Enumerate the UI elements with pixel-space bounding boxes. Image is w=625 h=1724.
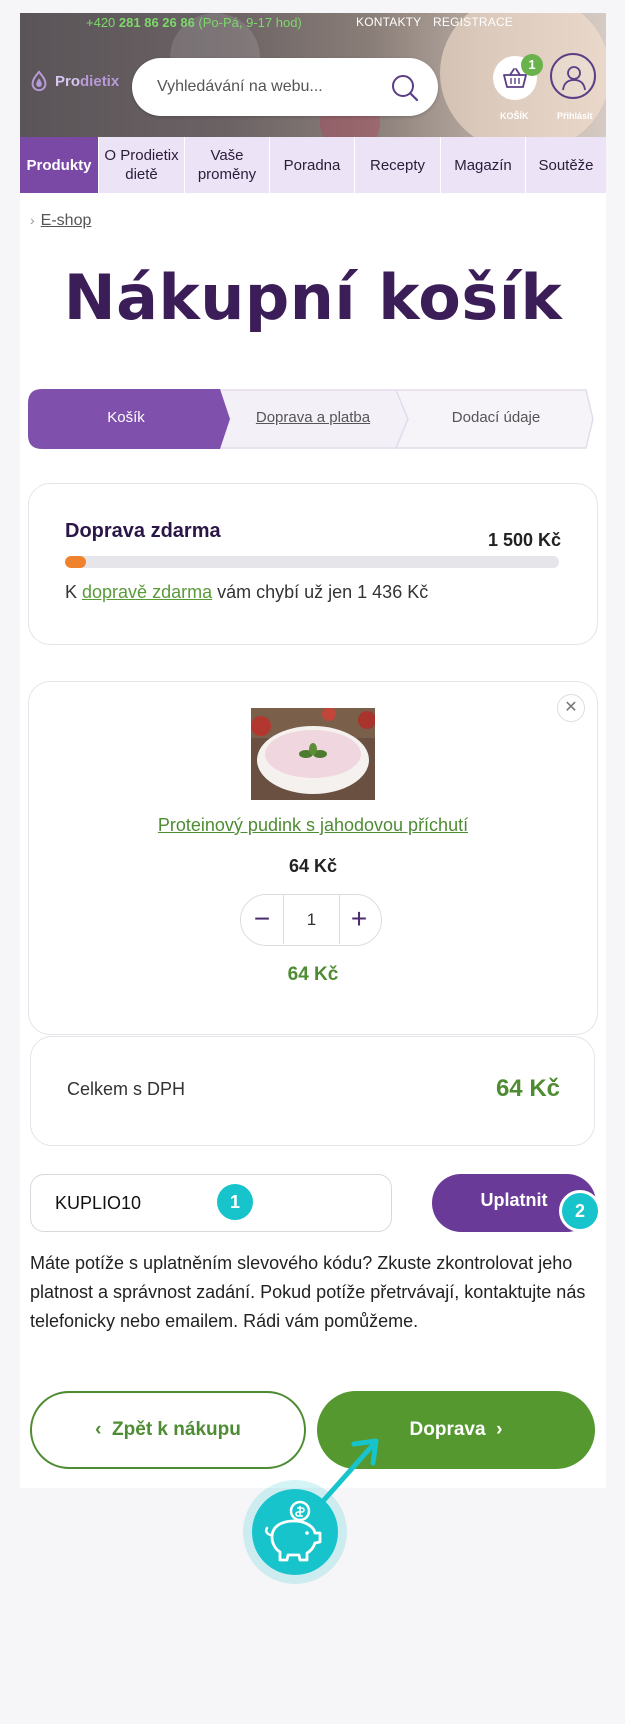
- product-name-link[interactable]: Proteinový pudink s jahodovou příchutí: [29, 815, 597, 836]
- login-label[interactable]: Přihlásit: [557, 111, 593, 121]
- plus-icon: +: [350, 903, 368, 934]
- page: +420 281 86 26 86 (Po-Pá, 9-17 hod) KONT…: [20, 13, 606, 1488]
- user-icon: [562, 66, 586, 91]
- nav-item-produkty[interactable]: Produkty: [20, 137, 99, 193]
- main-navigation: Produkty O Prodietix dietě Vaše proměny …: [20, 137, 606, 193]
- line-total: 64 Kč: [287, 964, 339, 985]
- contacts-link[interactable]: KONTAKTY: [356, 15, 421, 29]
- coupon-code-input[interactable]: KUPLIO10: [30, 1174, 392, 1232]
- nav-item-vase-promeny[interactable]: Vaše proměny: [185, 137, 270, 193]
- login-button[interactable]: [550, 53, 596, 99]
- back-to-shop-button[interactable]: ‹ Zpět k nákupu: [30, 1391, 306, 1469]
- search-box[interactable]: Vyhledávání na webu...: [132, 58, 438, 116]
- cart-item-card: ✕ Proteinový pudink s jahodovou příchutí…: [28, 681, 598, 1035]
- step-doprava-a-platba[interactable]: Doprava a platba: [224, 409, 402, 426]
- logo-text-part: Pro: [55, 72, 81, 90]
- chevron-right-icon: ›: [30, 212, 35, 228]
- breadcrumb-link-eshop[interactable]: E-shop: [41, 212, 92, 229]
- free-shipping-progress: [65, 556, 559, 568]
- nav-item-magazin[interactable]: Magazín: [441, 137, 526, 193]
- register-link[interactable]: REGISTRACE: [433, 15, 513, 29]
- pudding-photo: [251, 708, 375, 800]
- continue-label: Doprava: [409, 1419, 486, 1440]
- phone-number: 281 86 26 86: [118, 15, 195, 30]
- checkout-steps: Košík Doprava a platba Dodací údaje: [28, 389, 594, 449]
- search-icon[interactable]: [390, 73, 420, 103]
- free-shipping-title: Doprava zdarma: [65, 520, 221, 542]
- free-shipping-threshold: 1 500 Kč: [487, 530, 561, 550]
- quantity-stepper: − 1 +: [240, 894, 382, 946]
- free-shipping-note: K dopravě zdarma vám chybí už jen 1 436 …: [65, 582, 428, 603]
- note-suffix: vám chybí už jen 1 436 Kč: [212, 582, 429, 602]
- decrease-quantity-button[interactable]: −: [241, 895, 283, 944]
- logo-drop-icon: [31, 70, 47, 92]
- nav-item-souteze[interactable]: Soutěže: [526, 137, 606, 193]
- product-image[interactable]: [251, 708, 375, 800]
- progress-fill: [65, 556, 87, 568]
- cart-label[interactable]: KOŠÍK: [500, 111, 529, 121]
- step-hint-badge-2: 2: [559, 1190, 601, 1232]
- phone-hours: (Po-Pá, 9-17 hod): [194, 15, 302, 30]
- breadcrumb: › E-shop: [30, 212, 91, 230]
- close-icon: ✕: [564, 699, 578, 716]
- site-logo[interactable]: Prodietix: [28, 68, 119, 94]
- total-label: Celkem s DPH: [67, 1079, 186, 1099]
- minus-icon: −: [253, 903, 271, 934]
- total-value: 64 Kč: [495, 1075, 560, 1102]
- chevron-left-icon: ‹: [95, 1419, 113, 1440]
- step-hint-badge-1: 1: [214, 1181, 256, 1223]
- cart-count-badge: 1: [521, 54, 543, 76]
- chevron-right-icon: ›: [485, 1419, 503, 1440]
- piggy-bank-circle: [252, 1489, 338, 1575]
- top-bar: +420 281 86 26 86 (Po-Pá, 9-17 hod) KONT…: [20, 13, 606, 33]
- back-to-shop-label: Zpět k nákupu: [112, 1419, 241, 1440]
- step-dodaci-udaje[interactable]: Dodací údaje: [406, 409, 586, 426]
- piggy-bank-icon: [264, 1500, 322, 1562]
- phone-contact[interactable]: +420 281 86 26 86 (Po-Pá, 9-17 hod): [86, 15, 302, 30]
- nav-item-recepty[interactable]: Recepty: [355, 137, 441, 193]
- order-summary-card: Celkem s DPH 64 Kč: [30, 1036, 595, 1146]
- savings-badge: [243, 1480, 347, 1584]
- page-title: Nákupní košík: [63, 261, 563, 334]
- logo-text-part: dietix: [80, 72, 120, 90]
- nav-item-o-prodietix[interactable]: O Prodietix dietě: [99, 137, 185, 193]
- increase-quantity-button[interactable]: +: [338, 895, 380, 944]
- search-input[interactable]: Vyhledávání na webu...: [157, 78, 323, 96]
- step-kosik[interactable]: Košík: [28, 409, 224, 426]
- coupon-help-text: Máte potíže s uplatněním slevového kódu?…: [30, 1253, 586, 1331]
- free-shipping-link[interactable]: dopravě zdarma: [82, 582, 212, 602]
- free-shipping-card: Doprava zdarma 1 500 Kč K dopravě zdarma…: [28, 483, 598, 645]
- note-prefix: K: [65, 582, 83, 602]
- quantity-input[interactable]: 1: [283, 895, 340, 944]
- unit-price: 64 Kč: [288, 856, 338, 876]
- logo-text: Prodietix: [55, 73, 119, 90]
- nav-item-poradna[interactable]: Poradna: [270, 137, 355, 193]
- phone-prefix: +420: [86, 15, 119, 30]
- remove-item-button[interactable]: ✕: [557, 694, 585, 722]
- coupon-code-value: KUPLIO10: [55, 1193, 142, 1213]
- site-header: +420 281 86 26 86 (Po-Pá, 9-17 hod) KONT…: [20, 13, 606, 137]
